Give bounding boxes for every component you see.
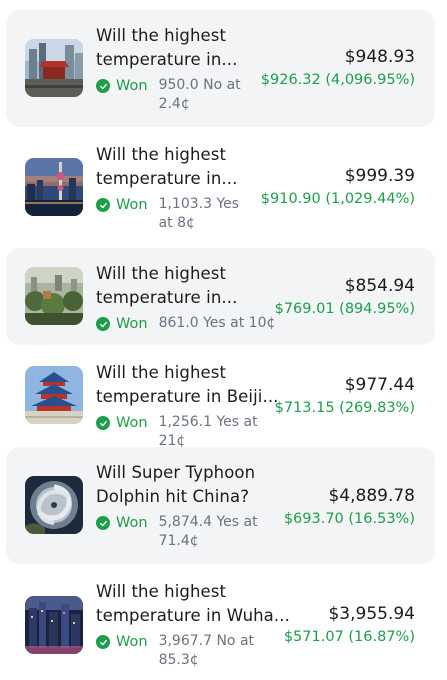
- position-value: $948.93: [344, 47, 415, 67]
- won-status: Won: [96, 415, 148, 431]
- night-city-image: [25, 596, 83, 654]
- position-card[interactable]: Will the highest temperature in Beiji...…: [6, 347, 435, 449]
- position-card[interactable]: Will the highest temperature in... Won 1…: [6, 129, 435, 246]
- position-pnl: $926.32 (4,096.95%): [260, 72, 415, 88]
- won-status: Won: [96, 197, 148, 213]
- position-pnl: $910.90 (1,029.44%): [260, 191, 415, 207]
- position-card[interactable]: Will the highest temperature in Wuha... …: [6, 566, 435, 680]
- position-detail: 950.0 No at 2.4¢: [158, 77, 241, 112]
- position-card[interactable]: Will the highest temperature in... Won 9…: [6, 10, 435, 127]
- position-values: $999.39 $910.90 (1,029.44%): [261, 165, 415, 209]
- check-circle-icon: [96, 635, 110, 649]
- check-circle-icon: [96, 317, 110, 331]
- check-circle-icon: [96, 516, 110, 530]
- won-label: Won: [116, 197, 148, 213]
- market-title[interactable]: Will the highest temperature in Wuha...: [96, 580, 296, 628]
- position-value: $977.44: [344, 375, 415, 395]
- position-card[interactable]: Will the highest temperature in... Won 8…: [6, 248, 435, 345]
- won-status: Won: [96, 78, 148, 94]
- position-detail: 3,967.7 No at 85.3¢: [158, 633, 255, 668]
- position-values: $977.44 $713.15 (269.83%): [275, 374, 415, 418]
- city-trees-image: [25, 267, 83, 325]
- won-label: Won: [116, 415, 148, 431]
- check-circle-icon: [96, 79, 110, 93]
- position-values: $3,955.94 $571.07 (16.87%): [284, 603, 415, 647]
- won-status: Won: [96, 634, 148, 650]
- position-value: $4,889.78: [328, 486, 415, 506]
- position-value: $854.94: [344, 276, 415, 296]
- market-title[interactable]: Will the highest temperature in...: [96, 262, 296, 310]
- position-pnl: $571.07 (16.87%): [283, 629, 415, 645]
- position-detail: 1,256.1 Yes at 21¢: [158, 414, 258, 449]
- position-pnl: $693.70 (16.53%): [283, 511, 415, 527]
- position-detail: 1,103.3 Yes at 8¢: [158, 196, 240, 231]
- position-values: $854.94 $769.01 (894.95%): [275, 275, 415, 319]
- check-circle-icon: [96, 416, 110, 430]
- won-label: Won: [116, 634, 148, 650]
- position-pnl: $769.01 (894.95%): [274, 301, 415, 317]
- market-title[interactable]: Will the highest temperature in Beiji...: [96, 361, 296, 409]
- temple-of-heaven-image: [25, 366, 83, 424]
- city-skyline-image: [25, 39, 83, 97]
- position-value: $999.39: [344, 166, 415, 186]
- market-title[interactable]: Will Super Typhoon Dolphin hit China?: [96, 461, 276, 509]
- shanghai-tower-image: [25, 158, 83, 216]
- won-label: Won: [116, 316, 148, 332]
- won-label: Won: [116, 515, 148, 531]
- won-status: Won: [96, 515, 148, 531]
- check-circle-icon: [96, 198, 110, 212]
- position-values: $948.93 $926.32 (4,096.95%): [261, 46, 415, 90]
- position-detail: 5,874.4 Yes at 71.4¢: [158, 514, 258, 549]
- position-pnl: $713.15 (269.83%): [274, 400, 415, 416]
- typhoon-satellite-image: [25, 476, 83, 534]
- position-detail: 861.0 Yes at 10¢: [158, 315, 276, 331]
- position-value: $3,955.94: [328, 604, 415, 624]
- won-status: Won: [96, 316, 148, 332]
- position-card[interactable]: Will Super Typhoon Dolphin hit China? Wo…: [6, 447, 435, 564]
- positions-list: Will the highest temperature in... Won 9…: [0, 0, 447, 680]
- position-values: $4,889.78 $693.70 (16.53%): [284, 485, 415, 529]
- won-label: Won: [116, 78, 148, 94]
